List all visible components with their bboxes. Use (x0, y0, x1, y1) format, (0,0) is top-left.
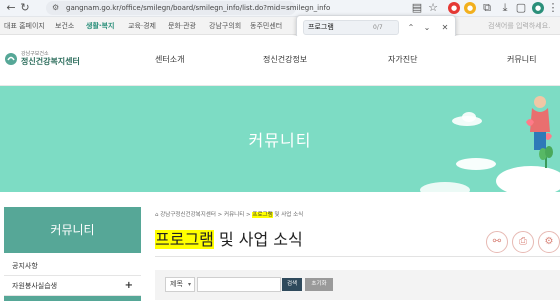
reset-button[interactable]: 초기화 (305, 278, 333, 291)
banner-title: 커뮤니티 (248, 131, 312, 150)
cloud-decoration (462, 112, 476, 122)
sidebar-item-label: 자원봉사실습생 (12, 282, 58, 290)
address-bar[interactable]: ⚙ gangnam.go.kr/office/smilegn/board/smi… (46, 1, 330, 15)
star-icon[interactable]: ☆ (426, 1, 440, 15)
chevron-down-icon: ▾ (187, 281, 191, 288)
back-icon[interactable]: ← (4, 1, 18, 15)
menu-community[interactable]: 커뮤니티 (507, 54, 536, 65)
sub-banner: 커뮤니티 (0, 86, 560, 192)
cloud-decoration (496, 166, 560, 192)
browser-toolbar: ← ↻ ⚙ gangnam.go.kr/office/smilegn/board… (0, 0, 560, 17)
logo-name[interactable]: 정신건강복지센터 (21, 56, 80, 67)
site-info-icon[interactable]: ⚙ (52, 1, 59, 15)
sidebar-next-item[interactable] (4, 296, 141, 301)
sidebar-title: 커뮤니티 (4, 207, 141, 253)
cloud-decoration (420, 182, 470, 192)
gnb-item-health-center[interactable]: 보건소 (55, 17, 74, 35)
url-text: gangnam.go.kr/office/smilegn/board/smile… (66, 4, 331, 12)
menu-center-intro[interactable]: 센터소개 (155, 54, 184, 65)
breadcrumb-section[interactable]: 커뮤니티 (224, 212, 244, 218)
page-title: 프로그램 및 사업 소식 (155, 226, 303, 250)
gnb-item-welfare[interactable]: 생활·복지 (86, 17, 114, 35)
gnb-item-main-homepage[interactable]: 대표 홈페이지 (4, 17, 45, 35)
extension-red-icon[interactable]: ● (448, 2, 460, 14)
breadcrumb: ⌂ 강남구정신건강복지센터 > 커뮤니티 > 프로그램 및 사업 소식 (155, 210, 303, 218)
search-area: 제목 ▾ 검색 초기화 (155, 270, 560, 300)
page-title-highlight: 프로그램 (155, 230, 214, 249)
gnb-item-council[interactable]: 강남구의회 (209, 17, 241, 35)
avatar[interactable]: ● (532, 2, 544, 14)
search-button[interactable]: 검색 (282, 278, 302, 291)
print-icon[interactable]: ⎙ (512, 231, 534, 253)
breadcrumb-home[interactable]: 강남구정신건강복지센터 (160, 212, 216, 218)
global-nav-bar: 대표 홈페이지 보건소 생활·복지 교육·경제 문화·관광 강남구의회 동주민센… (0, 17, 560, 35)
find-input[interactable]: 프로그램 (303, 20, 399, 35)
breadcrumb-current-highlight: 프로그램 (252, 212, 273, 218)
accessibility-icon[interactable]: ⚙ (538, 231, 560, 253)
share-icon[interactable]: ⚯ (486, 231, 508, 253)
find-next-icon[interactable]: ⌄ (421, 20, 433, 35)
gnb-item-culture[interactable]: 문화·관광 (168, 17, 196, 35)
find-prev-icon[interactable]: ⌃ (405, 20, 417, 35)
gnb-search-input[interactable]: 검색어를 입력하세요. (488, 17, 550, 35)
sidebar-item-notice[interactable]: 공지사항 (4, 256, 141, 276)
menu-self-diagnosis[interactable]: 자가진단 (388, 54, 417, 65)
sidebar-item-volunteer[interactable]: 자원봉사실습생 + (4, 276, 141, 296)
extension-yellow-icon[interactable]: ● (464, 2, 476, 14)
title-divider (155, 256, 560, 257)
tab-icon[interactable]: ▢ (514, 1, 528, 15)
menu-mental-health-info[interactable]: 정신건강정보 (263, 54, 307, 65)
find-count: 0/7 (373, 24, 383, 31)
search-field-select[interactable]: 제목 ▾ (165, 277, 195, 292)
sidebar-item-label: 공지사항 (12, 262, 38, 270)
gnb-item-community-center[interactable]: 동주민센터 (250, 17, 282, 35)
page-title-rest: 및 사업 소식 (213, 230, 303, 249)
search-input[interactable] (197, 277, 281, 292)
menu-dots-icon[interactable]: ⋮ (546, 1, 560, 15)
breadcrumb-current-rest: 및 사업 소식 (272, 212, 304, 218)
find-close-icon[interactable]: ✕ (439, 20, 451, 35)
expand-plus-icon[interactable]: + (125, 276, 133, 296)
download-icon[interactable]: ⤓ (498, 1, 512, 15)
extensions-icon[interactable]: ⧉ (480, 1, 494, 15)
reload-icon[interactable]: ↻ (18, 1, 32, 15)
page-icon[interactable]: ▤ (410, 1, 424, 15)
gnb-item-education[interactable]: 교육·경제 (128, 17, 156, 35)
select-value: 제목 (170, 280, 183, 288)
site-header: 강남구보건소 정신건강복지센터 센터소개 정신건강정보 자가진단 커뮤니티 (0, 36, 560, 86)
home-icon[interactable]: ⌂ (155, 212, 159, 218)
cloud-decoration (456, 158, 496, 170)
logo-icon[interactable] (4, 52, 18, 66)
